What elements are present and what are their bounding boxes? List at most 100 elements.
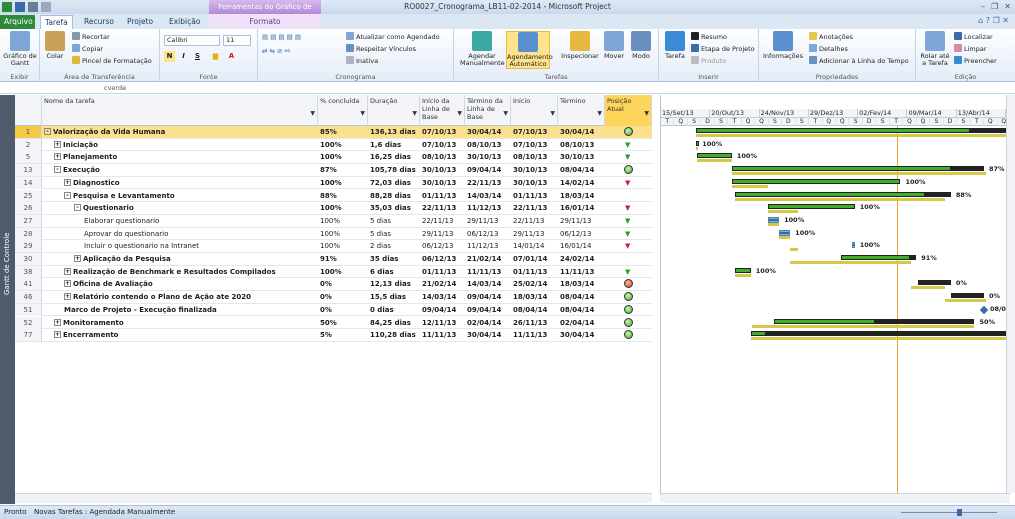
cell-start[interactable]: 14/01/14 [513, 240, 558, 252]
cell-dur[interactable]: 35,03 dias [370, 202, 420, 214]
row-id[interactable]: 77 [15, 329, 42, 342]
auto-schedule-button[interactable]: Agendamento Automático [506, 31, 553, 69]
task-name-cell[interactable]: - Pesquisa e Levantamento [42, 190, 318, 202]
column-header-start[interactable]: Início ▼ [511, 95, 558, 126]
cell-dur[interactable]: 84,25 dias [370, 317, 420, 329]
inspect-button[interactable]: Inspecionar [560, 31, 600, 60]
cell-pct[interactable]: 0% [320, 291, 368, 303]
cell-dur[interactable]: 105,78 dias [370, 164, 420, 176]
cell-bf[interactable]: 21/02/14 [467, 253, 511, 265]
cell-start[interactable]: 22/11/13 [513, 202, 558, 214]
summary-bar[interactable] [695, 128, 1010, 133]
cell-finish[interactable]: 16/01/14 [560, 240, 605, 252]
dropdown-arrow-icon[interactable]: ▼ [550, 110, 555, 118]
cell-start[interactable]: 18/03/14 [513, 291, 558, 303]
task-name-cell[interactable]: Elaborar questionario [42, 215, 318, 227]
dropdown-arrow-icon[interactable]: ▼ [310, 110, 315, 118]
cell-bs[interactable]: 30/10/13 [422, 177, 465, 189]
new-tasks-mode[interactable]: Novas Tarefas : Agendada Manualmente [34, 506, 175, 519]
zoom-slider[interactable] [889, 508, 1009, 518]
cell-pct[interactable]: 0% [320, 304, 368, 316]
row-id[interactable]: 51 [15, 303, 42, 316]
cell-finish[interactable]: 29/11/13 [560, 215, 605, 227]
deliverable-button[interactable]: Produto [691, 56, 726, 65]
cell-bf[interactable]: 30/10/13 [467, 151, 511, 163]
column-header-finish[interactable]: Término ▼ [558, 95, 605, 126]
row-id[interactable]: 27 [15, 214, 42, 227]
cell-start[interactable]: 07/10/13 [513, 139, 558, 151]
undo-icon[interactable] [28, 2, 38, 12]
table-row[interactable]: 5 + Planejamento 100% 16,25 dias 08/10/13 30/1… [15, 151, 652, 165]
cell-bf[interactable]: 30/04/14 [467, 126, 511, 138]
cell-start[interactable]: 26/11/13 [513, 317, 558, 329]
tab-projeto[interactable]: Projeto [123, 15, 157, 29]
cell-finish[interactable]: 30/10/13 [560, 151, 605, 163]
cell-bf[interactable]: 06/12/13 [467, 228, 511, 240]
summary-bar[interactable] [768, 204, 855, 210]
expand-icon[interactable]: + [64, 293, 71, 301]
cell-start[interactable]: 07/10/13 [513, 126, 558, 138]
cell-pct[interactable]: 91% [320, 253, 368, 265]
column-header-pct[interactable]: % concluída ▼ [318, 95, 368, 126]
notes-button[interactable]: Anotações [809, 32, 853, 41]
dropdown-arrow-icon[interactable]: ▼ [503, 110, 508, 118]
tab-file[interactable]: Arquivo [0, 15, 35, 29]
gantt-horizontal-scrollbar[interactable] [660, 493, 1010, 503]
font-size-select[interactable]: 11 [223, 35, 251, 46]
tab-exibicao[interactable]: Exibição [165, 15, 204, 29]
task-name-cell[interactable]: - Execução [42, 164, 318, 176]
cell-bf[interactable]: 14/03/14 [467, 278, 511, 290]
column-header-baseline-finish[interactable]: Término da Linha de Base ▼ [465, 95, 511, 126]
update-as-scheduled-button[interactable]: Atualizar como Agendado [346, 32, 440, 41]
table-row[interactable]: 52 + Monitoramento 50% 84,25 dias 12/11/13 02/… [15, 316, 652, 330]
cell-pct[interactable]: 87% [320, 164, 368, 176]
fill-button[interactable]: Preencher [954, 56, 997, 65]
row-id[interactable]: 1 [15, 126, 42, 138]
cell-bf[interactable]: 09/04/14 [467, 291, 511, 303]
cell-finish[interactable]: 02/04/14 [560, 317, 605, 329]
insert-task-button[interactable]: Tarefa [662, 31, 688, 60]
table-row[interactable]: 14 + Diagnostico 100% 72,03 dias 30/10/13 22/1… [15, 176, 652, 190]
table-row[interactable]: 38 + Realização de Benchmark e Resultados … [15, 265, 652, 279]
row-id[interactable]: 2 [15, 138, 42, 151]
task-name-cell[interactable]: + Oficina de Avaliação [42, 278, 318, 290]
cell-start[interactable]: 30/10/13 [513, 164, 558, 176]
row-id[interactable]: 30 [15, 253, 42, 265]
task-name-cell[interactable]: Aprovar do questionario [42, 228, 318, 240]
row-id[interactable]: 38 [15, 265, 42, 278]
cell-finish[interactable]: 24/02/14 [560, 253, 605, 265]
cell-dur[interactable]: 72,03 dias [370, 177, 420, 189]
task-name-cell[interactable]: + Diagnostico [42, 177, 318, 189]
expand-icon[interactable]: + [54, 318, 61, 326]
cell-dur[interactable]: 0 dias [370, 304, 420, 316]
cell-dur[interactable]: 88,28 dias [370, 190, 420, 202]
column-header-name[interactable]: Nome da tarefa ▼ [42, 95, 318, 126]
column-header-status[interactable]: Posição Atual ▼ [605, 95, 652, 126]
collapse-icon[interactable]: - [54, 166, 61, 174]
cell-finish[interactable]: 30/04/14 [560, 126, 605, 138]
cell-pct[interactable]: 85% [320, 126, 368, 138]
vertical-scrollbar[interactable] [1006, 95, 1015, 493]
cell-pct[interactable]: 100% [320, 202, 368, 214]
zoom-thumb[interactable] [957, 509, 962, 516]
task-name-cell[interactable]: + Encerramento [42, 329, 318, 341]
cell-finish[interactable]: 08/04/14 [560, 164, 605, 176]
summary-bar[interactable] [735, 267, 751, 273]
cell-start[interactable]: 01/11/13 [513, 266, 558, 278]
task-name-cell[interactable]: + Aplicação da Pesquisa [42, 253, 318, 265]
bold-button[interactable]: N [164, 51, 175, 62]
task-bar[interactable] [779, 229, 791, 236]
table-row[interactable]: 41 + Oficina de Avaliação 0% 12,13 dias 21/02… [15, 278, 652, 292]
cell-bs[interactable]: 30/10/13 [422, 164, 465, 176]
expand-icon[interactable]: + [64, 280, 71, 288]
tab-formato[interactable]: Formato [209, 14, 321, 29]
table-row[interactable]: 29 Incluir o questionario na Intranet 100%… [15, 240, 652, 253]
details-button[interactable]: Detalhes [809, 44, 848, 53]
cell-pct[interactable]: 50% [320, 317, 368, 329]
mode-button[interactable]: Modo [628, 31, 654, 60]
row-id[interactable]: 25 [15, 189, 42, 202]
table-horizontal-scrollbar[interactable] [15, 493, 652, 503]
cell-dur[interactable]: 110,28 dias [370, 329, 420, 341]
find-button[interactable]: Localizar [954, 32, 993, 41]
summary-bar[interactable] [735, 191, 951, 197]
